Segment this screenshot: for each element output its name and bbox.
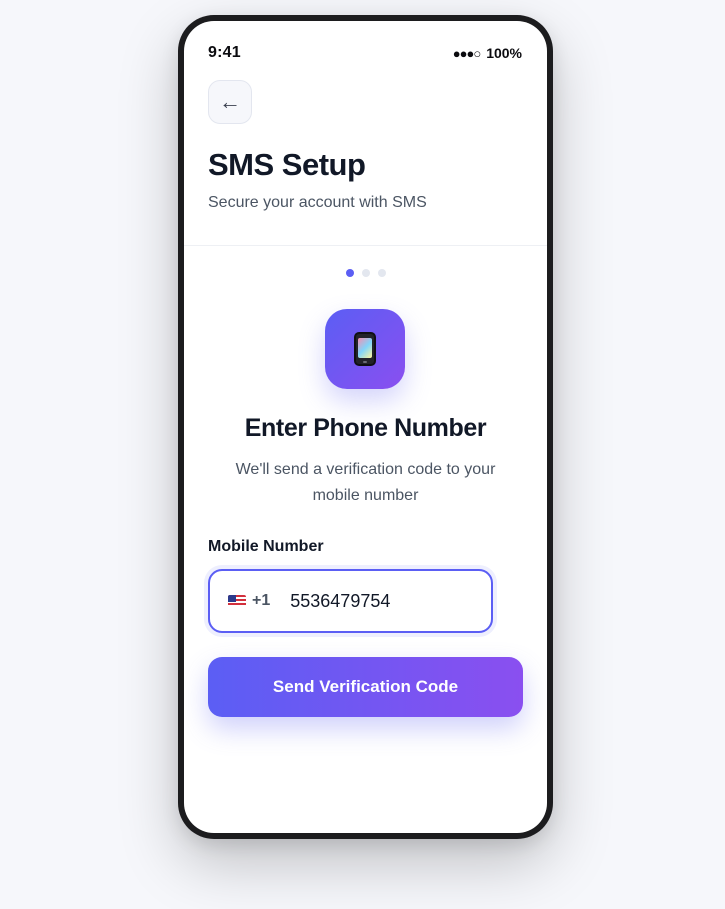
- status-indicators: ●●●○ 100%: [453, 45, 522, 61]
- phone-input-field[interactable]: +1: [208, 569, 493, 633]
- page-title: SMS Setup: [208, 147, 366, 182]
- mobile-number-label: Mobile Number: [208, 538, 324, 555]
- signal-icon: ●●●○: [452, 45, 481, 61]
- status-time: 9:41: [208, 44, 241, 61]
- header-divider: [184, 245, 547, 246]
- page-subtitle: Secure your account with SMS: [208, 194, 427, 211]
- country-code[interactable]: +1: [252, 592, 270, 610]
- phone-frame: 9:41 ●●●○ 100% ← SMS Setup Secure your a…: [178, 15, 553, 839]
- step-dot-3: [377, 269, 386, 277]
- step-title: Enter Phone Number: [244, 414, 487, 442]
- phone-number-input[interactable]: [290, 590, 461, 612]
- step-dot-2: [361, 269, 370, 277]
- step-progress: [184, 269, 547, 277]
- us-flag-icon: [228, 595, 246, 607]
- step-description: We'll send a verification code to your m…: [235, 461, 496, 504]
- back-button[interactable]: ←: [208, 80, 252, 124]
- phone-icon-tile: [325, 309, 405, 389]
- phone-screen: 9:41 ●●●○ 100% ← SMS Setup Secure your a…: [184, 21, 547, 833]
- status-bar: 9:41 ●●●○ 100%: [208, 43, 522, 63]
- mobile-phone-icon: [354, 332, 376, 366]
- arrow-left-icon: ←: [219, 89, 241, 114]
- send-verification-code-button[interactable]: Send Verification Code: [208, 657, 523, 717]
- step-dot-1: [345, 269, 354, 277]
- battery-level: 100%: [486, 45, 522, 61]
